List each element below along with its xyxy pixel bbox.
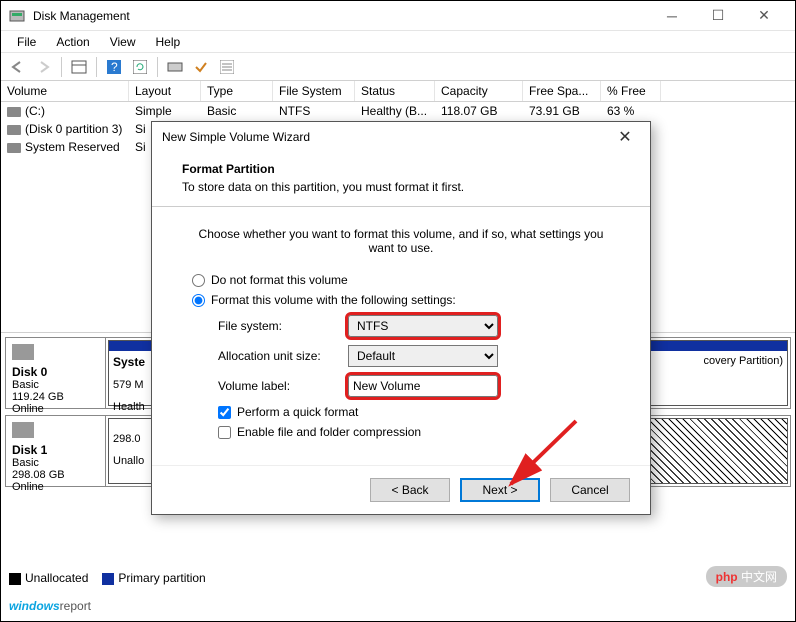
help-icon[interactable]: ? [103,56,125,78]
wizard-buttons: < Back Next > Cancel [152,465,650,514]
watermark-right: php php 中文网中文网 [706,566,787,587]
svg-text:?: ? [111,60,118,74]
refresh-icon[interactable] [129,56,151,78]
partition-box[interactable]: Syste 579 M Health [108,340,156,406]
radio-noformat-input[interactable] [192,274,205,287]
next-button[interactable]: Next > [460,478,540,502]
disk-label[interactable]: Disk 0 Basic 119.24 GB Online [6,338,106,408]
volume-header: Volume Layout Type File System Status Ca… [1,81,795,102]
radio-format-input[interactable] [192,294,205,307]
disk-icon [12,422,34,438]
wizard-instruction: Choose whether you want to format this v… [192,227,610,255]
col-capacity[interactable]: Capacity [435,81,523,101]
col-volume[interactable]: Volume [1,81,129,101]
titlebar: Disk Management ─ ☐ ✕ [1,1,795,31]
maximize-button[interactable]: ☐ [695,1,741,31]
volume-icon [7,107,21,117]
toolbar: ? [1,53,795,81]
close-button[interactable]: ✕ [741,1,787,31]
window-controls: ─ ☐ ✕ [649,1,787,31]
col-status[interactable]: Status [355,81,435,101]
close-icon[interactable]: ✕ [610,127,640,147]
volume-label-input[interactable] [348,375,498,397]
field-allocation: Allocation unit size: Default [218,345,610,367]
disk-icon[interactable] [164,56,186,78]
app-icon [9,8,25,24]
menu-view[interactable]: View [100,33,146,51]
disk-label[interactable]: Disk 1 Basic 298.08 GB Online [6,416,106,486]
wizard-body: Choose whether you want to format this v… [152,207,650,465]
list-icon[interactable] [216,56,238,78]
radio-noformat[interactable]: Do not format this volume [192,273,610,287]
field-label: Volume label: [218,375,610,397]
compression-input[interactable] [218,426,231,439]
legend-swatch-unallocated [9,573,21,585]
watermark-left: windowsreport [9,597,91,615]
field-filesystem: File system: NTFS [218,315,610,337]
menu-file[interactable]: File [7,33,46,51]
partition-box[interactable]: 298.0 Unallo [108,418,156,484]
col-free[interactable]: Free Spa... [523,81,601,101]
menubar: File Action View Help [1,31,795,53]
menu-action[interactable]: Action [46,33,99,51]
wizard-titlebar: New Simple Volume Wizard ✕ [152,122,650,152]
allocation-select[interactable]: Default [348,345,498,367]
checkbox-quickformat[interactable]: Perform a quick format [218,405,610,419]
view-icon[interactable] [68,56,90,78]
quickformat-input[interactable] [218,406,231,419]
table-row[interactable]: (C:) Simple Basic NTFS Healthy (B... 118… [1,102,795,120]
wizard-title: New Simple Volume Wizard [162,130,610,144]
legend-swatch-primary [102,573,114,585]
radio-format[interactable]: Format this volume with the following se… [192,293,610,307]
wizard-dialog: New Simple Volume Wizard ✕ Format Partit… [151,121,651,515]
filesystem-select[interactable]: NTFS [348,315,498,337]
window-title: Disk Management [33,9,649,23]
col-filesystem[interactable]: File System [273,81,355,101]
volume-icon [7,125,21,135]
back-icon[interactable] [7,56,29,78]
menu-help[interactable]: Help [146,33,191,51]
wizard-header: Format Partition To store data on this p… [152,152,650,207]
cancel-button[interactable]: Cancel [550,478,630,502]
disk-icon [12,344,34,360]
back-button[interactable]: < Back [370,478,450,502]
wizard-subheading: To store data on this partition, you mus… [182,180,620,194]
volume-icon [7,143,21,153]
wizard-heading: Format Partition [182,162,620,176]
checkbox-compression[interactable]: Enable file and folder compression [218,425,610,439]
col-layout[interactable]: Layout [129,81,201,101]
col-type[interactable]: Type [201,81,273,101]
legend: Unallocated Primary partition [9,571,206,585]
forward-icon[interactable] [33,56,55,78]
col-pfree[interactable]: % Free [601,81,661,101]
check-icon[interactable] [190,56,212,78]
minimize-button[interactable]: ─ [649,1,695,31]
